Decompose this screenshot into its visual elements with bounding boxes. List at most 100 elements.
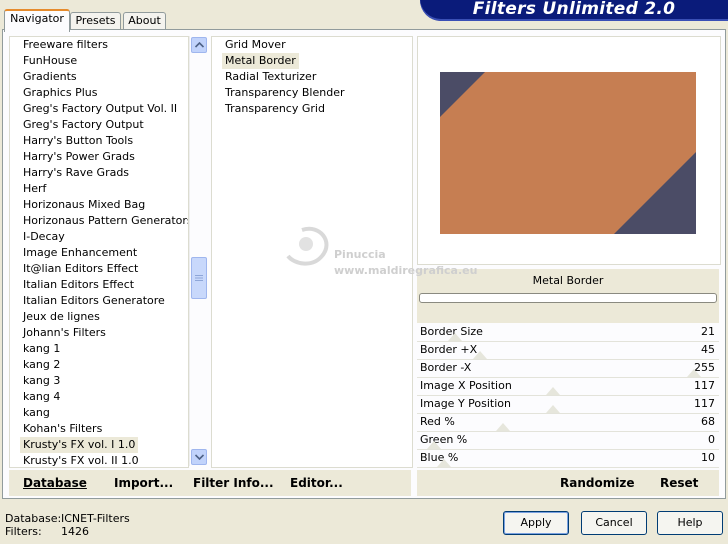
slider-label: Image Y Position [420, 397, 511, 410]
database-status-label: Database: [5, 512, 62, 525]
slider-value: 117 [694, 379, 715, 392]
help-button[interactable]: Help [657, 511, 723, 535]
left-toolbar: Database Import... Filter Info... Editor… [9, 470, 411, 496]
filter-info-label: Filter Info... [193, 476, 274, 490]
filter-info-button[interactable]: Filter Info... [193, 470, 274, 496]
slider-row[interactable]: Border -X 255 [417, 360, 719, 378]
slider-row[interactable]: Border +X 45 [417, 342, 719, 360]
slider-value: 10 [701, 451, 715, 464]
watermark-name: Pinuccia [334, 248, 386, 261]
reset-label: Reset [660, 476, 699, 490]
slider-label: Red % [420, 415, 455, 428]
filters-count-value: 1426 [61, 525, 89, 538]
slider-thumb[interactable] [546, 387, 561, 395]
filter-item[interactable]: Transparency Grid [225, 101, 325, 117]
category-item[interactable]: kang [23, 405, 50, 421]
randomize-button[interactable]: Randomize [560, 470, 634, 496]
category-item[interactable]: Jeux de lignes [23, 309, 100, 325]
category-item[interactable]: Greg's Factory Output Vol. II [23, 101, 177, 117]
title-banner: Filters Unlimited 2.0 [420, 0, 728, 21]
filters-count-label: Filters: [5, 525, 42, 538]
apply-button[interactable]: Apply [503, 511, 569, 535]
category-item[interactable]: Horizonaus Mixed Bag [23, 197, 145, 213]
category-scrollbar[interactable] [189, 36, 207, 466]
slider-value: 21 [701, 325, 715, 338]
category-item[interactable]: I-Decay [23, 229, 65, 245]
watermark-site: www.maldiregrafica.eu [334, 264, 478, 277]
category-item[interactable]: Italian Editors Generatore [23, 293, 165, 309]
category-item[interactable]: Image Enhancement [23, 245, 137, 261]
category-item[interactable]: Horizonaus Pattern Generators [23, 213, 188, 229]
preview-area [417, 36, 721, 265]
filter-item[interactable]: Metal Border [222, 53, 299, 69]
category-item[interactable]: Krusty's FX vol. I 1.0 [20, 437, 139, 453]
slider-value: 45 [701, 343, 715, 356]
slider-row[interactable]: Image X Position 117 [417, 378, 719, 396]
right-toolbar: Randomize Reset [417, 470, 719, 496]
apply-label: Apply [520, 516, 552, 529]
category-item[interactable]: kang 1 [23, 341, 60, 357]
scroll-thumb[interactable] [191, 257, 207, 299]
category-item[interactable]: Herf [23, 181, 46, 197]
progress-bar [419, 293, 717, 303]
slider-row[interactable]: Blue % 10 [417, 450, 719, 468]
slider-thumb[interactable] [437, 459, 452, 467]
category-item[interactable]: kang 2 [23, 357, 60, 373]
category-item[interactable]: Freeware filters [23, 37, 108, 53]
category-item[interactable]: Johann's Filters [23, 325, 106, 341]
slider-row[interactable]: Green % 0 [417, 432, 719, 450]
slider-label: Image X Position [420, 379, 512, 392]
slider-row[interactable]: Red % 68 [417, 414, 719, 432]
editor-label: Editor... [290, 476, 343, 490]
app-title: Filters Unlimited 2.0 [472, 0, 676, 19]
tab-presets[interactable]: Presets [70, 12, 121, 30]
tab-label: Presets [75, 14, 116, 27]
down-arrow-icon[interactable] [191, 449, 207, 465]
slider-thumb[interactable] [472, 351, 487, 359]
category-item[interactable]: kang 3 [23, 373, 60, 389]
database-label: Database [23, 476, 87, 490]
category-item[interactable]: Harry's Button Tools [23, 133, 133, 149]
tab-navigator[interactable]: Navigator [4, 9, 70, 32]
filter-name-panel: Metal Border [417, 269, 719, 323]
filter-item[interactable]: Grid Mover [225, 37, 286, 53]
tab-label: About [128, 14, 161, 27]
slider-row[interactable]: Border Size 21 [417, 324, 719, 342]
slider-value: 68 [701, 415, 715, 428]
randomize-label: Randomize [560, 476, 635, 490]
category-item[interactable]: Graphics Plus [23, 85, 97, 101]
category-item[interactable]: It@lian Editors Effect [23, 261, 138, 277]
preview-image [440, 72, 696, 234]
cancel-button[interactable]: Cancel [581, 511, 647, 535]
category-item[interactable]: kang 4 [23, 389, 60, 405]
category-item[interactable]: Gradients [23, 69, 77, 85]
tab-label: Navigator [10, 12, 64, 25]
category-item[interactable]: Harry's Rave Grads [23, 165, 129, 181]
slider-thumb[interactable] [687, 369, 701, 377]
category-list[interactable]: Freeware filters FunHouse Gradients Graphic… [9, 36, 189, 468]
category-item[interactable]: Greg's Factory Output [23, 117, 144, 133]
category-item[interactable]: FunHouse [23, 53, 77, 69]
import-label: Import... [114, 476, 174, 490]
category-item[interactable]: Italian Editors Effect [23, 277, 134, 293]
slider-value: 0 [708, 433, 715, 446]
help-label: Help [677, 516, 703, 529]
filter-item[interactable]: Transparency Blender [225, 85, 344, 101]
watermark-logo-icon [286, 226, 329, 266]
tab-about[interactable]: About [123, 12, 166, 30]
slider-thumb[interactable] [448, 333, 463, 341]
up-arrow-icon[interactable] [191, 37, 207, 53]
category-item[interactable]: Harry's Power Grads [23, 149, 135, 165]
import-button[interactable]: Import... [114, 470, 173, 496]
slider-row[interactable]: Image Y Position 117 [417, 396, 719, 414]
slider-thumb[interactable] [427, 441, 441, 449]
slider-thumb[interactable] [546, 405, 561, 413]
reset-button[interactable]: Reset [660, 470, 698, 496]
category-item[interactable]: Krusty's FX vol. II 1.0 [23, 453, 139, 467]
editor-button[interactable]: Editor... [290, 470, 343, 496]
category-item[interactable]: Kohan's Filters [23, 421, 102, 437]
slider-value: 117 [694, 397, 715, 410]
filter-item[interactable]: Radial Texturizer [225, 69, 316, 85]
slider-thumb[interactable] [496, 423, 511, 431]
database-button[interactable]: Database [23, 470, 87, 496]
